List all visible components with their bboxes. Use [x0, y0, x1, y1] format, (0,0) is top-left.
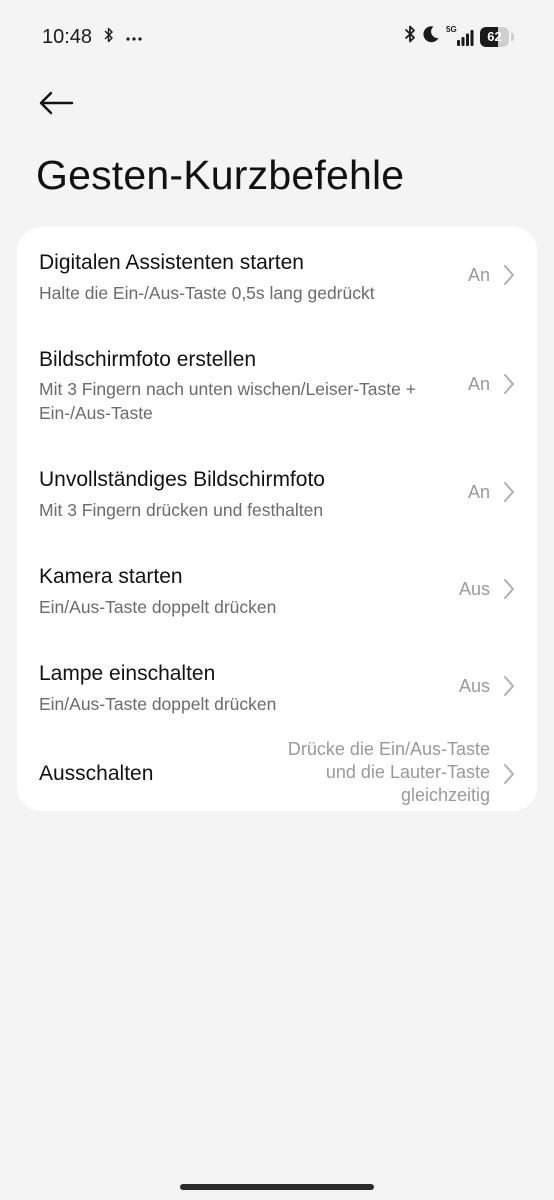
setting-title: Bildschirmfoto erstellen	[39, 348, 257, 371]
setting-value: An	[467, 482, 490, 502]
battery-tip	[511, 32, 514, 41]
setting-subtitle: Mit 3 Fingern nach unten wischen/Leiser-…	[39, 379, 416, 423]
status-bar: 10:48 5G 62	[0, 0, 554, 74]
setting-screenshot[interactable]: Bildschirmfoto erstellen Mit 3 Fingern n…	[17, 324, 537, 444]
setting-subtitle: Ein/Aus-Taste doppelt drücken	[39, 694, 277, 714]
setting-value: Aus	[458, 579, 490, 599]
setting-camera[interactable]: Kamera starten Ein/Aus-Taste doppelt drü…	[17, 541, 537, 638]
more-dots-icon	[126, 29, 142, 47]
setting-subtitle: Ein/Aus-Taste doppelt drücken	[39, 597, 277, 617]
bluetooth-icon	[404, 24, 416, 49]
chevron-right-icon	[504, 265, 514, 285]
setting-value: Drücke die Ein/Aus-Taste und die Lauter-…	[287, 739, 490, 805]
back-button[interactable]	[34, 86, 78, 124]
chevron-right-icon	[504, 579, 514, 599]
status-right-icons: 5G 62	[404, 24, 514, 49]
status-time: 10:48	[42, 26, 93, 48]
setting-title: Digitalen Assistenten starten	[39, 251, 304, 274]
page-title: Gesten-Kurzbefehle	[36, 152, 405, 198]
setting-title: Ausschalten	[39, 762, 154, 785]
setting-title: Unvollständiges Bildschirmfoto	[39, 468, 325, 491]
setting-title: Lampe einschalten	[39, 662, 216, 685]
setting-subtitle: Mit 3 Fingern drücken und festhalten	[39, 500, 324, 520]
setting-subtitle: Halte die Ein-/Aus-Taste 0,5s lang gedrü…	[39, 283, 375, 303]
signal-icon: 5G	[446, 25, 474, 47]
chevron-right-icon	[504, 482, 514, 502]
back-arrow-icon	[38, 90, 74, 121]
setting-title: Kamera starten	[39, 565, 183, 588]
status-left-icons	[104, 27, 142, 48]
setting-power-off[interactable]: Ausschalten Drücke die Ein/Aus-Taste und…	[17, 735, 537, 811]
home-indicator[interactable]	[180, 1184, 374, 1190]
setting-value: An	[467, 265, 490, 285]
chevron-right-icon	[504, 764, 514, 784]
setting-value: An	[467, 374, 490, 394]
settings-card: Digitalen Assistenten starten Halte die …	[17, 227, 537, 811]
setting-value: Aus	[458, 676, 490, 696]
battery-level-text: 62	[487, 28, 502, 44]
chevron-right-icon	[504, 676, 514, 696]
bluetooth-icon	[104, 27, 114, 48]
setting-digital-assistant[interactable]: Digitalen Assistenten starten Halte die …	[17, 227, 537, 324]
setting-partial-screenshot[interactable]: Unvollständiges Bildschirmfoto Mit 3 Fin…	[17, 444, 537, 541]
chevron-right-icon	[504, 374, 514, 394]
setting-flashlight[interactable]: Lampe einschalten Ein/Aus-Taste doppelt …	[17, 638, 537, 735]
battery-icon: 62	[480, 26, 514, 47]
moon-icon	[422, 25, 440, 48]
